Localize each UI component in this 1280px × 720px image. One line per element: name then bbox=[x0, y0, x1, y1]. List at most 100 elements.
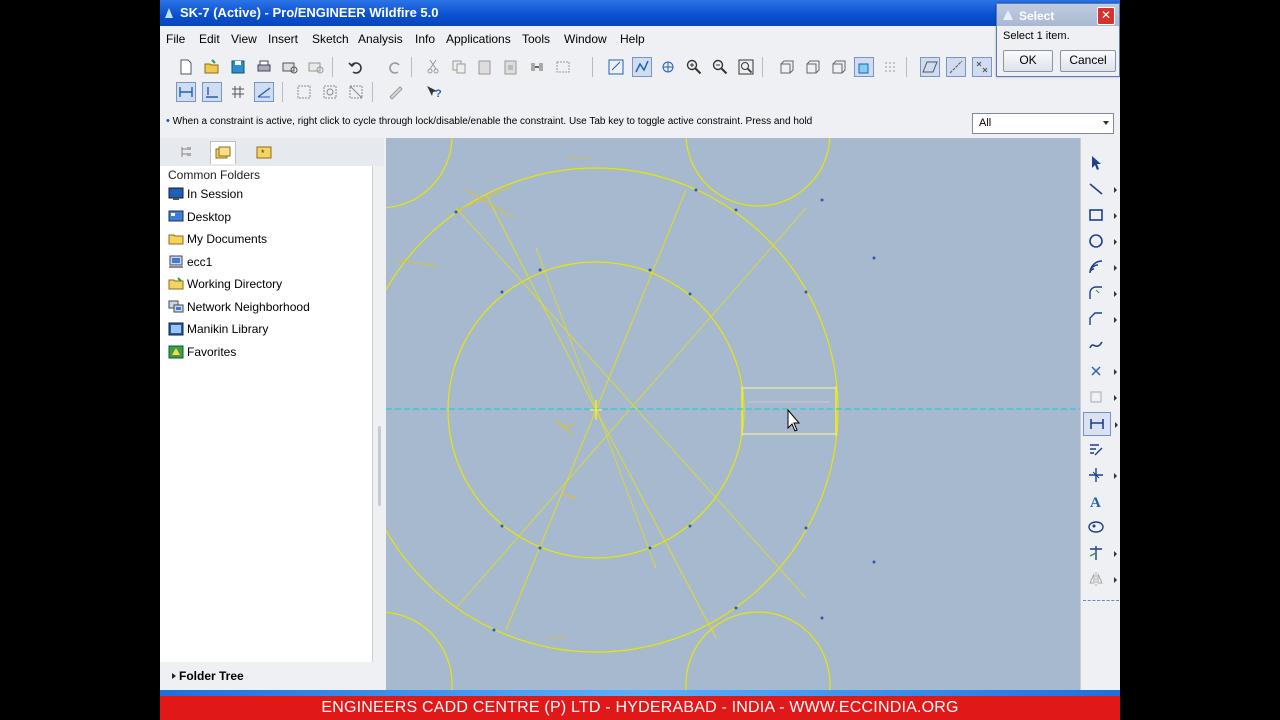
folder-network-neighborhood[interactable]: Network Neighborhood bbox=[168, 298, 368, 318]
regenerate-icon[interactable] bbox=[527, 57, 547, 77]
cut-icon[interactable] bbox=[423, 57, 443, 77]
sketch-orientation-icon[interactable] bbox=[606, 57, 626, 77]
toolbar-separator bbox=[906, 57, 907, 77]
folder-ecc1[interactable]: ecc1 bbox=[168, 253, 368, 273]
text-icon[interactable]: A bbox=[1083, 490, 1109, 512]
select-dialog-title-bar[interactable]: Select ✕ bbox=[997, 4, 1119, 26]
tab-folder-browser[interactable] bbox=[210, 141, 236, 164]
peripheral-circle[interactable] bbox=[386, 138, 453, 209]
tab-favorites[interactable]: * bbox=[252, 141, 276, 163]
selection-filter-dropdown[interactable]: All bbox=[972, 113, 1114, 134]
shade-closed-icon[interactable] bbox=[294, 82, 314, 102]
close-icon[interactable]: ✕ bbox=[1097, 7, 1115, 25]
print-icon[interactable] bbox=[254, 57, 274, 77]
toolbar-separator bbox=[762, 57, 763, 77]
save-icon[interactable] bbox=[228, 57, 248, 77]
arc-icon[interactable] bbox=[1083, 256, 1117, 278]
point-icon[interactable] bbox=[1083, 360, 1117, 382]
radial-line[interactable] bbox=[455, 207, 807, 609]
menu-file[interactable]: File bbox=[166, 32, 185, 46]
peripheral-circle[interactable] bbox=[685, 611, 831, 692]
grid-display-icon[interactable] bbox=[228, 82, 248, 102]
circle-icon[interactable] bbox=[1083, 230, 1117, 252]
saved-views-icon[interactable] bbox=[802, 57, 822, 77]
menu-help[interactable]: Help bbox=[620, 32, 645, 46]
menu-applications[interactable]: Applications bbox=[446, 32, 511, 46]
desktop-icon bbox=[168, 210, 184, 222]
constraint-icon[interactable] bbox=[1083, 464, 1117, 486]
mirror-icon[interactable] bbox=[1083, 568, 1117, 590]
dimension-icon[interactable] bbox=[1083, 412, 1118, 436]
menu-edit[interactable]: Edit bbox=[199, 32, 220, 46]
shading-icon[interactable] bbox=[828, 57, 848, 77]
undo-icon[interactable] bbox=[346, 57, 366, 77]
sketch-canvas[interactable] bbox=[386, 138, 1080, 692]
menu-tools[interactable]: Tools bbox=[522, 32, 550, 46]
folder-favorites[interactable]: Favorites bbox=[168, 343, 368, 363]
open-ends-icon[interactable] bbox=[346, 82, 366, 102]
tab-model-tree[interactable] bbox=[174, 141, 198, 163]
copy-icon[interactable] bbox=[449, 57, 469, 77]
peripheral-circle[interactable] bbox=[386, 611, 453, 692]
trim-icon[interactable] bbox=[1083, 542, 1117, 564]
datum-planes-icon[interactable] bbox=[920, 57, 940, 77]
ok-button[interactable]: OK bbox=[1003, 50, 1053, 72]
menu-view[interactable]: View bbox=[231, 32, 257, 46]
zoom-in-icon[interactable] bbox=[684, 57, 704, 77]
graphics-window[interactable] bbox=[386, 138, 1080, 692]
no-hidden-icon[interactable] bbox=[880, 57, 900, 77]
radial-line[interactable] bbox=[485, 189, 717, 639]
chamfer-icon[interactable] bbox=[1083, 308, 1117, 330]
open-file-icon[interactable] bbox=[202, 57, 222, 77]
email-link-icon[interactable] bbox=[306, 57, 326, 77]
folder-my-documents[interactable]: My Documents bbox=[168, 230, 368, 250]
line-icon[interactable] bbox=[1083, 178, 1117, 200]
zoom-out-icon[interactable] bbox=[710, 57, 730, 77]
folder-manikin-library[interactable]: Manikin Library bbox=[168, 320, 368, 340]
vertex-display-icon[interactable] bbox=[254, 82, 274, 102]
menu-sketch[interactable]: Sketch bbox=[312, 32, 349, 46]
model-tree-icon bbox=[181, 147, 191, 157]
datum-points-icon[interactable] bbox=[972, 57, 992, 77]
menu-analysis[interactable]: Analysis bbox=[358, 32, 403, 46]
cancel-button[interactable]: Cancel bbox=[1060, 50, 1116, 72]
title-bar[interactable]: SK-7 (Active) - Pro/ENGINEER Wildfire 5.… bbox=[160, 0, 1120, 26]
menu-window[interactable]: Window bbox=[564, 32, 607, 46]
whats-this-help-icon[interactable]: ? bbox=[424, 82, 444, 102]
refit-icon[interactable] bbox=[736, 57, 756, 77]
new-file-icon[interactable] bbox=[176, 57, 196, 77]
splitter-grip[interactable] bbox=[378, 426, 381, 506]
datum-axes-icon[interactable] bbox=[946, 57, 966, 77]
folder-tree-toggle[interactable]: Folder Tree bbox=[160, 664, 384, 690]
outer-circle[interactable] bbox=[386, 167, 839, 653]
fillet-icon[interactable] bbox=[1083, 282, 1117, 304]
flyout-arrow-icon bbox=[1115, 422, 1118, 428]
menu-info[interactable]: Info bbox=[415, 32, 435, 46]
navigator-splitter[interactable] bbox=[374, 166, 384, 662]
hidden-line-icon[interactable] bbox=[854, 57, 874, 77]
constraint-display-icon[interactable] bbox=[202, 82, 222, 102]
dimension-display-icon[interactable] bbox=[176, 82, 196, 102]
offset-icon[interactable] bbox=[1083, 386, 1117, 408]
modify-icon[interactable] bbox=[1083, 438, 1109, 460]
palette-icon[interactable] bbox=[1083, 516, 1109, 538]
chevron-right-icon bbox=[172, 673, 176, 679]
email-icon[interactable] bbox=[280, 57, 300, 77]
repaint-icon[interactable] bbox=[658, 57, 678, 77]
folder-working-directory[interactable]: Working Directory bbox=[168, 275, 368, 295]
overlapping-icon[interactable] bbox=[320, 82, 340, 102]
select-box-icon[interactable] bbox=[553, 57, 573, 77]
rectangle-icon[interactable] bbox=[1083, 204, 1117, 226]
redo-icon[interactable] bbox=[385, 57, 405, 77]
spline-icon[interactable] bbox=[1083, 334, 1109, 356]
view-manager-icon[interactable] bbox=[776, 57, 796, 77]
navigator-tabs: * bbox=[160, 138, 384, 166]
select-arrow-icon[interactable] bbox=[1083, 152, 1109, 174]
paste-special-icon[interactable] bbox=[501, 57, 521, 77]
sketcher-diagnostics-icon[interactable] bbox=[386, 82, 406, 102]
paste-icon[interactable] bbox=[475, 57, 495, 77]
sketch-display-icon[interactable] bbox=[632, 57, 652, 77]
menu-insert[interactable]: Insert bbox=[268, 32, 298, 46]
folder-desktop[interactable]: Desktop bbox=[168, 208, 368, 228]
folder-in-session[interactable]: In Session bbox=[168, 185, 368, 205]
